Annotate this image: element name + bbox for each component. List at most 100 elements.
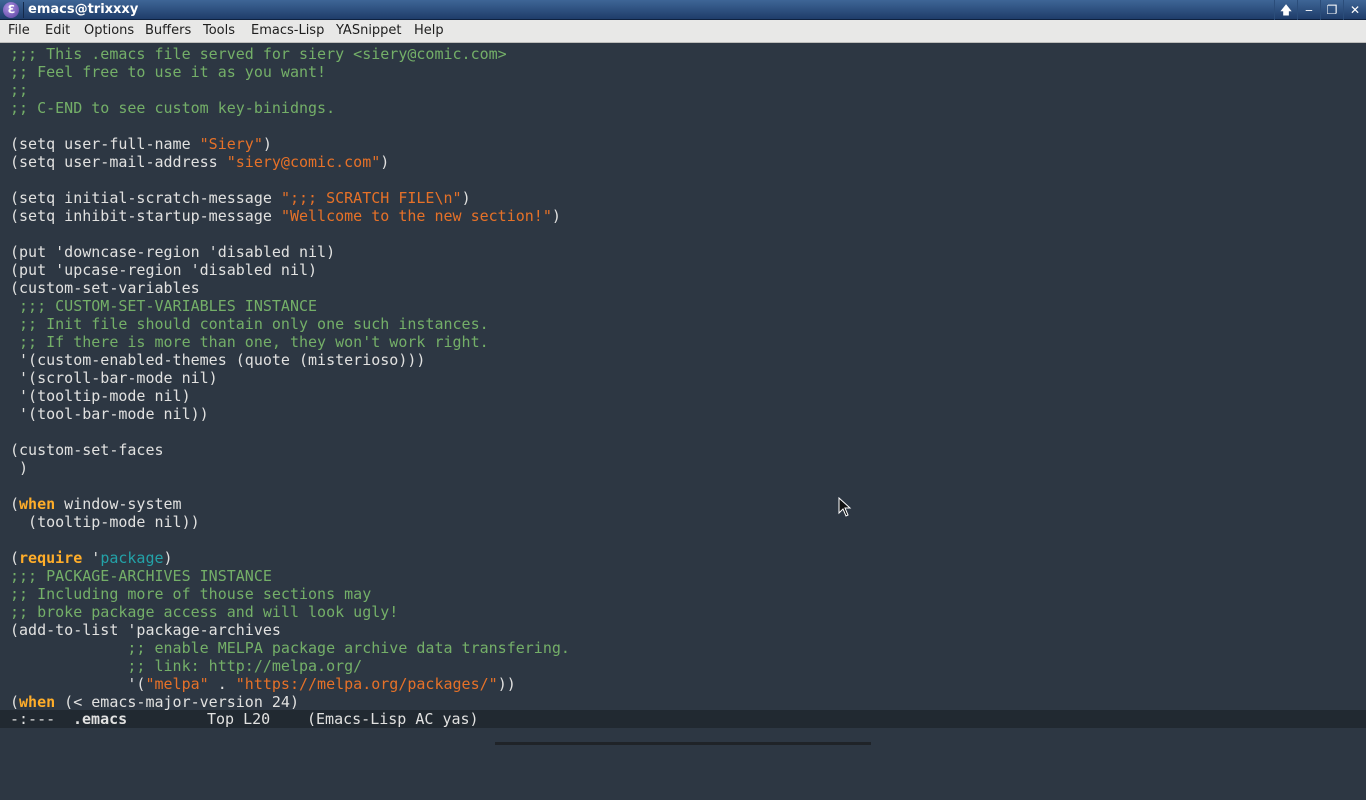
- code-text: (setq inhibit-startup-message: [10, 207, 281, 225]
- code-comment: ;; enable MELPA package archive data tra…: [127, 639, 570, 657]
- code-line[interactable]: '(tool-bar-mode nil)): [10, 405, 209, 423]
- code-comment: ;; If there is more than one, they won't…: [10, 333, 489, 351]
- code-line[interactable]: ;; link: http://melpa.org/: [10, 657, 362, 675]
- keep-above-button[interactable]: 🡅: [1274, 0, 1297, 20]
- code-line[interactable]: ;; Init file should contain only one suc…: [10, 315, 489, 333]
- code-comment: ;;; This .emacs file served for siery <s…: [10, 45, 507, 63]
- code-line[interactable]: ;; Feel free to use it as you want!: [10, 63, 326, 81]
- code-text: (tooltip-mode nil)): [10, 513, 200, 531]
- code-string: ";;; SCRATCH FILE\n": [280, 189, 462, 207]
- minimize-button[interactable]: ‒: [1297, 0, 1320, 20]
- menu-emacs-lisp[interactable]: Emacs-Lisp: [251, 23, 324, 39]
- menu-file[interactable]: File: [8, 23, 30, 39]
- code-line[interactable]: ;;; CUSTOM-SET-VARIABLES INSTANCE: [10, 297, 317, 315]
- code-string: "siery@comic.com": [226, 153, 381, 171]
- code-line[interactable]: '(custom-enabled-themes (quote (misterio…: [10, 351, 425, 369]
- code-comment: ;; C-END to see custom key-binidngs.: [10, 99, 336, 117]
- code-comment: ;; Feel free to use it as you want!: [10, 63, 327, 81]
- menu-options[interactable]: Options: [84, 23, 134, 39]
- code-line[interactable]: ;; enable MELPA package archive data tra…: [10, 639, 570, 657]
- code-text: ): [262, 135, 272, 153]
- minimize-icon: ‒: [1305, 3, 1313, 17]
- title-bar[interactable]: ℇ emacs@trixxxy 🡅 ‒ ❐ ✕: [0, 0, 1366, 20]
- code-line[interactable]: (require 'package): [10, 549, 173, 567]
- code-line[interactable]: (setq user-mail-address "siery@comic.com…: [10, 153, 389, 171]
- code-line[interactable]: ;;; This .emacs file served for siery <s…: [10, 45, 507, 63]
- code-text: ): [10, 459, 29, 477]
- code-text: (: [10, 549, 20, 567]
- mode-line[interactable]: -:--- .emacs Top L20 (Emacs-Lisp AC yas): [0, 710, 1366, 728]
- code-constant: package: [100, 549, 164, 567]
- code-text: )): [497, 675, 516, 693]
- code-string: "melpa": [145, 675, 209, 693]
- code-text: (: [10, 495, 20, 513]
- code-text: '(custom-enabled-themes (quote (misterio…: [10, 351, 426, 369]
- menu-buffers[interactable]: Buffers: [145, 23, 191, 39]
- code-line[interactable]: (when (< emacs-major-version 24): [10, 693, 299, 710]
- menu-tools[interactable]: Tools: [203, 23, 235, 39]
- code-text: ': [82, 549, 101, 567]
- code-line[interactable]: (add-to-list 'package-archives: [10, 621, 281, 639]
- code-line[interactable]: ): [10, 459, 28, 477]
- code-text: ): [551, 207, 561, 225]
- code-text: (: [10, 693, 20, 710]
- code-text: window-system: [55, 495, 182, 513]
- code-line[interactable]: '(scroll-bar-mode nil): [10, 369, 218, 387]
- close-button[interactable]: ✕: [1343, 0, 1366, 20]
- code-keyword: when: [19, 693, 56, 710]
- modeline-buffer-name[interactable]: .emacs: [73, 710, 127, 728]
- code-line[interactable]: ;; broke package access and will look ug…: [10, 603, 398, 621]
- code-text: (setq user-mail-address: [10, 153, 227, 171]
- code-line[interactable]: ;; If there is more than one, they won't…: [10, 333, 489, 351]
- code-text: (setq initial-scratch-message: [10, 189, 281, 207]
- code-comment: ;; link: http://melpa.org/: [127, 657, 363, 675]
- code-line[interactable]: ;; Including more of thouse sections may: [10, 585, 371, 603]
- code-line[interactable]: (custom-set-faces: [10, 441, 164, 459]
- code-line[interactable]: ;;: [10, 81, 28, 99]
- maximize-button[interactable]: ❐: [1320, 0, 1343, 20]
- code-text: (setq user-full-name: [10, 135, 200, 153]
- code-text: (custom-set-faces: [10, 441, 164, 459]
- code-line[interactable]: '(tooltip-mode nil): [10, 387, 191, 405]
- code-line[interactable]: ;;; PACKAGE-ARCHIVES INSTANCE: [10, 567, 272, 585]
- code-line[interactable]: (tooltip-mode nil)): [10, 513, 200, 531]
- code-string: "https://melpa.org/packages/": [235, 675, 498, 693]
- menu-bar: File Edit Options Buffers Tools Emacs-Li…: [0, 20, 1366, 43]
- code-comment: ;;; PACKAGE-ARCHIVES INSTANCE: [10, 567, 272, 585]
- code-comment: ;; Init file should contain only one suc…: [10, 315, 489, 333]
- code-text: (< emacs-major-version 24): [55, 693, 299, 710]
- code-line[interactable]: (when window-system: [10, 495, 182, 513]
- code-line[interactable]: ;; C-END to see custom key-binidngs.: [10, 99, 335, 117]
- code-text: .: [208, 675, 236, 693]
- code-line[interactable]: (setq user-full-name "Siery"): [10, 135, 272, 153]
- title-separator: [23, 2, 24, 18]
- code-line[interactable]: (put 'downcase-region 'disabled nil): [10, 243, 335, 261]
- menu-help[interactable]: Help: [414, 23, 444, 39]
- code-line[interactable]: (setq initial-scratch-message ";;; SCRAT…: [10, 189, 471, 207]
- code-line[interactable]: (put 'upcase-region 'disabled nil): [10, 261, 317, 279]
- code-line[interactable]: '("melpa" . "https://melpa.org/packages/…: [10, 675, 516, 693]
- code-line[interactable]: (setq inhibit-startup-message "Wellcome …: [10, 207, 561, 225]
- code-comment: ;; broke package access and will look ug…: [10, 603, 399, 621]
- editor-buffer[interactable]: ;;; This .emacs file served for siery <s…: [0, 44, 1366, 710]
- code-comment: ;; Including more of thouse sections may: [10, 585, 372, 603]
- code-text: ): [163, 549, 173, 567]
- mouse-pointer-icon: [838, 497, 852, 517]
- menu-edit[interactable]: Edit: [45, 23, 70, 39]
- menu-yasnippet[interactable]: YASnippet: [336, 23, 402, 39]
- code-line[interactable]: (custom-set-variables: [10, 279, 200, 297]
- code-comment: ;;; CUSTOM-SET-VARIABLES INSTANCE: [10, 297, 318, 315]
- modeline-modes[interactable]: (Emacs-Lisp AC yas): [307, 710, 479, 728]
- code-text: ): [461, 189, 471, 207]
- code-text: (custom-set-variables: [10, 279, 200, 297]
- code-text: (put 'downcase-region 'disabled nil): [10, 243, 336, 261]
- emacs-icon[interactable]: ℇ: [3, 2, 19, 18]
- code-string: "Wellcome to the new section!": [280, 207, 552, 225]
- code-comment: ;;: [10, 81, 29, 99]
- code-keyword: require: [19, 549, 83, 567]
- modeline-status: -:---: [10, 710, 56, 728]
- code-text: '(: [10, 675, 146, 693]
- code-string: "Siery": [199, 135, 263, 153]
- code-text: '(tool-bar-mode nil)): [10, 405, 209, 423]
